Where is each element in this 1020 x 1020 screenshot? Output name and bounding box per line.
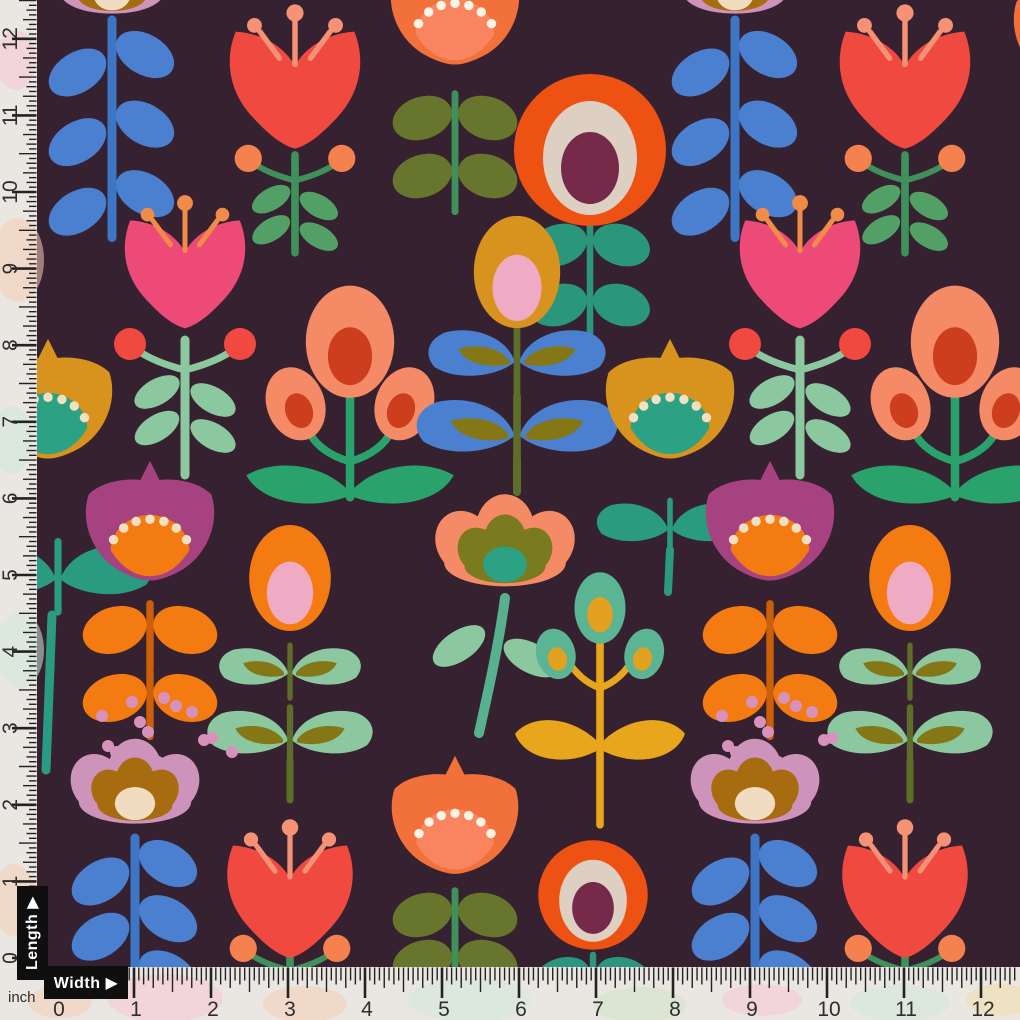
fabric-swatch-photo: 0123456789101112 0123456789101112 inch L… — [0, 0, 1020, 1020]
pastel-motif-under-ruler — [408, 978, 532, 1020]
orange-egg-flower-left — [249, 525, 331, 631]
teal-stem — [46, 615, 52, 770]
bottom-ruler-number: 1 — [130, 998, 142, 1020]
bottom-ruler-number: 7 — [592, 998, 604, 1020]
bottom-ruler: 0123456789101112 — [0, 967, 1020, 1020]
bottom-ruler-number: 8 — [669, 998, 681, 1020]
width-tag-label: Width ▶ — [54, 975, 119, 992]
orange-circle-flower-bottom — [538, 840, 647, 949]
bottom-ruler-number: 5 — [438, 998, 450, 1020]
left-ruler-number: 11 — [0, 104, 22, 126]
fabric-swatch-scene: 0123456789101112 0123456789101112 inch L… — [0, 0, 1020, 1020]
left-ruler-number: 7 — [0, 416, 22, 428]
left-ruler-number: 9 — [0, 263, 22, 275]
left-ruler-number: 8 — [0, 339, 22, 351]
left-ruler-number: 10 — [0, 180, 22, 203]
bottom-ruler-number: 10 — [817, 998, 840, 1020]
left-ruler-number: 1 — [0, 876, 22, 888]
width-tag: Width ▶ — [44, 966, 128, 999]
bottom-ruler-number: 3 — [284, 998, 296, 1020]
bottom-ruler-number: 0 — [53, 998, 65, 1020]
left-ruler-number: 12 — [0, 27, 22, 50]
length-tag: Length ▶ — [17, 886, 48, 980]
bottom-ruler-number: 9 — [746, 998, 758, 1020]
bottom-ruler-number: 6 — [515, 998, 527, 1020]
bottom-ruler-number: 2 — [207, 998, 219, 1020]
orange-egg-flower-right — [869, 525, 951, 631]
bottom-ruler-number: 4 — [361, 998, 373, 1020]
bottom-ruler-number: 12 — [971, 998, 994, 1020]
left-ruler-number: 4 — [0, 645, 22, 657]
teal-stem — [668, 550, 670, 592]
left-ruler-number: 6 — [0, 493, 22, 505]
left-ruler-number: 3 — [0, 722, 22, 734]
pastel-motif-under-ruler — [722, 984, 802, 1016]
length-tag-label: Length ▶ — [24, 896, 41, 970]
bottom-ruler-number: 11 — [895, 998, 917, 1020]
inch-unit-label: inch — [8, 989, 36, 1006]
left-ruler-number: 2 — [0, 799, 22, 811]
mustard-egg-flower — [474, 216, 560, 328]
orange-circle-flower-top — [514, 74, 666, 226]
left-ruler-number: 5 — [0, 569, 22, 581]
